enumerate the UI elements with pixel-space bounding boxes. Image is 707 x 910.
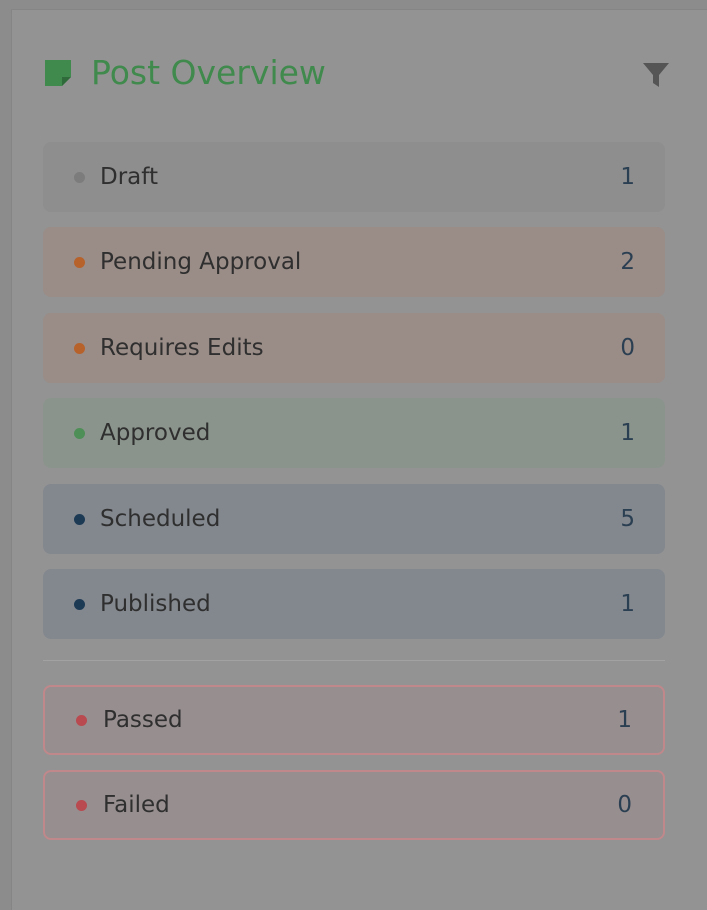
status-row-requires-edits[interactable]: Requires Edits 0 [43, 313, 665, 383]
check-dot [76, 800, 87, 811]
check-count: 1 [617, 707, 632, 733]
status-count: 1 [620, 164, 635, 190]
status-dot [74, 428, 85, 439]
status-label: Requires Edits [100, 335, 264, 361]
status-count: 1 [620, 420, 635, 446]
status-row-draft[interactable]: Draft 1 [43, 142, 665, 212]
status-row-scheduled[interactable]: Scheduled 5 [43, 484, 665, 554]
status-label: Scheduled [100, 506, 221, 532]
status-label: Draft [100, 164, 158, 190]
status-dot [74, 257, 85, 268]
panel-header: Post Overview [43, 52, 669, 96]
filter-icon[interactable] [641, 60, 671, 90]
status-label: Published [100, 591, 211, 617]
check-row-failed[interactable]: Failed 0 [43, 770, 665, 840]
status-count: 2 [620, 249, 635, 275]
status-count: 5 [620, 506, 635, 532]
check-label: Failed [103, 792, 170, 818]
check-dot [76, 715, 87, 726]
status-row-published[interactable]: Published 1 [43, 569, 665, 639]
status-count: 1 [620, 591, 635, 617]
status-row-approved[interactable]: Approved 1 [43, 398, 665, 468]
check-row-passed[interactable]: Passed 1 [43, 685, 665, 755]
status-dot [74, 514, 85, 525]
status-row-pending-approval[interactable]: Pending Approval 2 [43, 227, 665, 297]
check-label: Passed [103, 707, 183, 733]
page-title: Post Overview [91, 53, 326, 92]
note-icon [45, 60, 71, 86]
status-dot [74, 343, 85, 354]
status-label: Pending Approval [100, 249, 302, 275]
section-divider [43, 660, 665, 661]
status-dot [74, 599, 85, 610]
status-label: Approved [100, 420, 211, 446]
status-count: 0 [620, 335, 635, 361]
status-dot [74, 172, 85, 183]
check-count: 0 [617, 792, 632, 818]
